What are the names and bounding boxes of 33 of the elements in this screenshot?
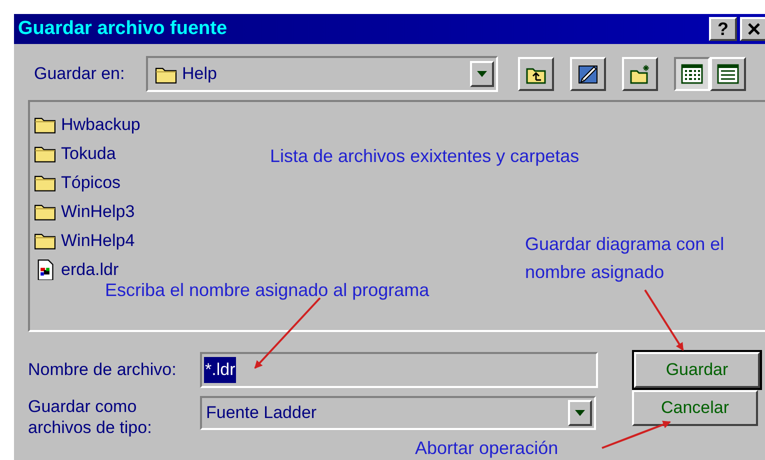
annotation-text: Lista de archivos exixtentes y carpetas bbox=[270, 145, 580, 168]
close-button[interactable] bbox=[740, 17, 765, 41]
pencil-button[interactable] bbox=[570, 57, 606, 91]
file-list-item[interactable]: Hwbackup bbox=[61, 112, 140, 138]
new-folder-icon bbox=[629, 63, 651, 85]
file-name-label: Nombre de archivo: bbox=[28, 359, 178, 382]
file-type-dropdown[interactable]: Fuente Ladder bbox=[200, 396, 596, 430]
annotation-text: Guardar diagrama con el nombre asignado bbox=[525, 233, 726, 284]
dropdown-value: Help bbox=[182, 63, 218, 86]
file-type-label: Guardar como archivos de tipo: bbox=[28, 396, 153, 438]
window-title: Guardar archivo fuente bbox=[18, 16, 228, 41]
file-list-item[interactable]: WinHelp4 bbox=[61, 228, 135, 254]
annotation-arrow bbox=[602, 420, 671, 449]
list-view-icon bbox=[681, 64, 703, 84]
dialog-button[interactable]: Cancelar bbox=[632, 390, 758, 426]
annotation-text: Abortar operación bbox=[415, 437, 558, 460]
details-view-icon bbox=[717, 64, 739, 84]
list-view-button[interactable] bbox=[674, 57, 710, 91]
pencil-icon bbox=[577, 63, 599, 85]
save-in-dropdown[interactable]: Help bbox=[146, 56, 498, 92]
file-list-item[interactable]: Tópicos bbox=[61, 170, 121, 196]
file-name-field[interactable]: *.ldr bbox=[200, 352, 598, 388]
dialog-button[interactable]: Guardar bbox=[634, 352, 760, 388]
file-list-item[interactable]: Tokuda bbox=[61, 140, 116, 166]
file-list-item[interactable]: WinHelp3 bbox=[61, 198, 135, 224]
help-button[interactable]: ? bbox=[709, 17, 737, 41]
annotation-arrow bbox=[644, 289, 684, 351]
save-in-label: Guardar en: bbox=[34, 63, 126, 86]
new-folder-button[interactable] bbox=[622, 57, 658, 91]
folder-up-button[interactable] bbox=[518, 57, 554, 91]
details-view-button[interactable] bbox=[710, 57, 746, 91]
dropdown-value: Fuente Ladder bbox=[206, 402, 318, 424]
close-icon bbox=[747, 22, 761, 36]
